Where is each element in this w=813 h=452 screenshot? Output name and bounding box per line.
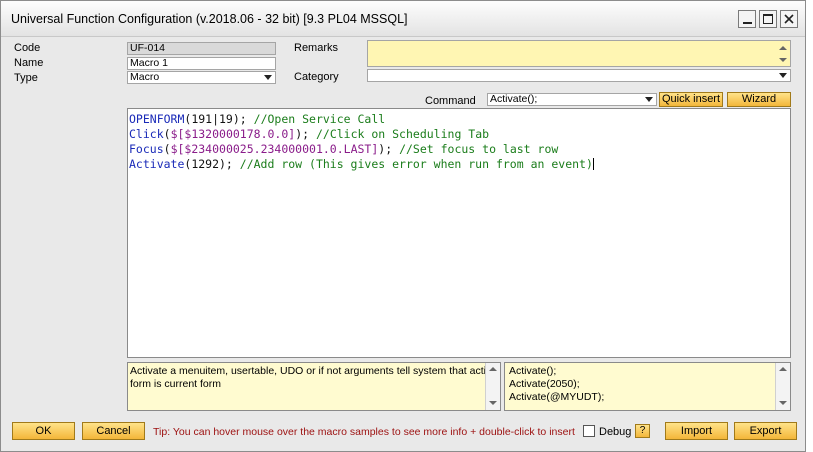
maximize-icon [763, 14, 773, 24]
command-label: Command [425, 95, 476, 107]
type-select[interactable]: Macro [127, 71, 276, 84]
chevron-down-icon [645, 97, 653, 102]
remarks-textarea[interactable] [367, 40, 791, 67]
code-token: $[$1320000178.0.0] [170, 127, 296, 141]
macro-code-editor[interactable]: OPENFORM(191|19); //Open Service Call Cli… [127, 108, 791, 358]
code-line[interactable]: Focus($[$234000025.234000001.0.LAST]); /… [129, 142, 790, 157]
minimize-icon [743, 22, 752, 24]
debug-checkbox[interactable] [583, 425, 595, 437]
code-token: ( [163, 142, 171, 156]
sample-item[interactable]: Activate(2050); [509, 378, 786, 391]
command-description: Activate a menuitem, usertable, UDO or i… [130, 365, 498, 390]
type-label: Type [14, 72, 38, 84]
universal-function-window: Universal Function Configuration (v.2018… [0, 0, 806, 452]
text-caret [592, 158, 594, 170]
chevron-down-icon [779, 73, 787, 78]
code-value: UF-014 [130, 42, 166, 54]
scroll-down-icon[interactable] [489, 401, 497, 405]
name-field[interactable]: Macro 1 [127, 57, 276, 70]
name-label: Name [14, 57, 44, 69]
chevron-down-icon [264, 75, 272, 80]
code-line[interactable]: OPENFORM(191|19); //Open Service Call [129, 112, 790, 127]
name-value: Macro 1 [130, 57, 168, 69]
code-line[interactable]: Click($[$1320000178.0.0]); //Click on Sc… [129, 127, 790, 142]
code-token: ); [295, 127, 316, 141]
code-token: Focus [129, 142, 164, 156]
code-token: //Add row (This gives error when run fro… [239, 157, 593, 171]
quick-insert-button[interactable]: Quick insert [659, 92, 723, 107]
category-label: Category [294, 71, 339, 83]
macro-samples-list[interactable]: Activate(); Activate(2050); Activate(@MYUD… [504, 362, 791, 411]
scroll-up-icon[interactable] [779, 46, 787, 50]
code-token: //Set focus to last row [399, 142, 559, 156]
help-button[interactable]: ? [635, 424, 650, 438]
type-value: Macro [130, 71, 160, 83]
code-label: Code [14, 42, 41, 54]
close-button[interactable] [780, 10, 798, 28]
scroll-up-icon[interactable] [489, 367, 497, 371]
code-token: (191|19); [184, 112, 254, 126]
description-scrollbar[interactable] [485, 363, 500, 410]
command-description-box: Activate a menuitem, usertable, UDO or i… [127, 362, 501, 411]
code-token: ( [163, 127, 171, 141]
window-title: Universal Function Configuration (v.2018… [11, 12, 408, 26]
minimize-button[interactable] [738, 10, 756, 28]
debug-label: Debug [599, 426, 632, 438]
code-token: (1292); [184, 157, 240, 171]
code-line[interactable]: Activate(1292); //Add row (This gives er… [129, 157, 790, 172]
ok-button[interactable]: OK [12, 422, 75, 440]
scroll-down-icon[interactable] [779, 58, 787, 62]
close-icon [784, 14, 794, 24]
title-bar[interactable]: Universal Function Configuration (v.2018… [1, 1, 805, 37]
code-token: ); [378, 142, 400, 156]
export-button[interactable]: Export [734, 422, 797, 440]
tip-text: Tip: You can hover mouse over the macro … [153, 426, 575, 438]
code-token: Activate [129, 157, 185, 171]
cancel-button[interactable]: Cancel [82, 422, 145, 440]
command-value: Activate(); [490, 93, 538, 105]
code-token: Click [129, 127, 164, 141]
code-token: //Open Service Call [253, 112, 386, 126]
scroll-up-icon[interactable] [779, 367, 787, 371]
import-button[interactable]: Import [665, 422, 728, 440]
sample-item[interactable]: Activate(@MYUDT); [509, 391, 786, 404]
code-token: //Click on Scheduling Tab [315, 127, 490, 141]
samples-scrollbar[interactable] [775, 363, 790, 410]
code-token: OPENFORM [129, 112, 185, 126]
remarks-label: Remarks [294, 42, 339, 54]
scroll-down-icon[interactable] [779, 401, 787, 405]
maximize-button[interactable] [759, 10, 777, 28]
category-select[interactable] [367, 69, 791, 82]
background-strip [806, 0, 813, 452]
code-field[interactable]: UF-014 [127, 42, 276, 55]
wizard-button[interactable]: Wizard [727, 92, 791, 107]
sample-item[interactable]: Activate(); [509, 365, 786, 378]
code-token: $[$234000025.234000001.0.LAST] [170, 142, 379, 156]
command-select[interactable]: Activate(); [487, 93, 657, 106]
